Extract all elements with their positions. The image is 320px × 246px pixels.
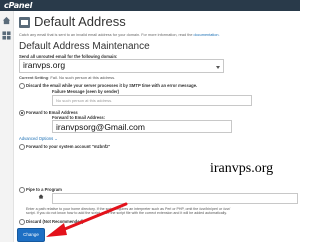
pipe-program-radio[interactable] — [19, 187, 25, 193]
discard-smtp-label: Discard the email while your server proc… — [26, 82, 198, 88]
forward-email-label: Forward to Email Address — [26, 109, 78, 115]
discard-not-recommended-radio[interactable] — [19, 219, 25, 225]
page-description: Catch any email that is sent to an inval… — [19, 33, 297, 37]
apps-grid-icon[interactable] — [2, 31, 11, 40]
page-title: Default Address — [34, 14, 126, 29]
section-title: Default Address Maintenance — [19, 41, 150, 52]
chevron-down-icon — [216, 66, 220, 69]
forward-system-label: Forward to your system account "mzbnfz" — [26, 143, 111, 149]
domain-select[interactable]: iranvps.org — [19, 59, 224, 73]
current-setting-label: Current Setting — [19, 75, 49, 80]
advanced-options-link[interactable]: Advanced Options ⌄ — [19, 136, 58, 141]
forward-address-value: iranvpsorg@Gmail.com — [56, 122, 145, 132]
top-bar: cPanel — [0, 0, 300, 11]
forward-system-radio[interactable] — [19, 144, 25, 150]
current-setting-value: Fail. No such person at this address. — [50, 75, 116, 80]
documentation-link[interactable]: documentation. — [194, 33, 220, 37]
failure-message-input[interactable]: No such person at this address. — [52, 95, 252, 106]
failure-message-placeholder: No such person at this address. — [56, 98, 113, 103]
home-icon — [38, 194, 44, 199]
discard-smtp-radio[interactable] — [19, 83, 25, 89]
pipe-program-label: Pipe to a Program — [26, 186, 62, 192]
watermark-text: iranvps.org — [210, 161, 274, 176]
forward-address-input[interactable]: iranvpsorg@Gmail.com — [52, 120, 232, 133]
left-navigation — [0, 11, 14, 242]
cpanel-logo[interactable]: cPanel — [4, 1, 32, 10]
failure-message-label: Failure Message (seen by sender) — [52, 89, 120, 94]
current-setting: Current Setting: Fail. No such person at… — [19, 75, 116, 80]
red-arrow-annotation — [46, 202, 128, 237]
description-text: Catch any email that is sent to an inval… — [19, 33, 193, 37]
advanced-options-text: Advanced Options — [19, 136, 54, 141]
email-icon — [19, 17, 30, 28]
home-nav-icon[interactable] — [2, 16, 11, 25]
main-content: Default Address Catch any email that is … — [14, 11, 300, 242]
forward-email-radio[interactable] — [19, 110, 25, 116]
domain-select-value: iranvps.org — [23, 60, 66, 70]
